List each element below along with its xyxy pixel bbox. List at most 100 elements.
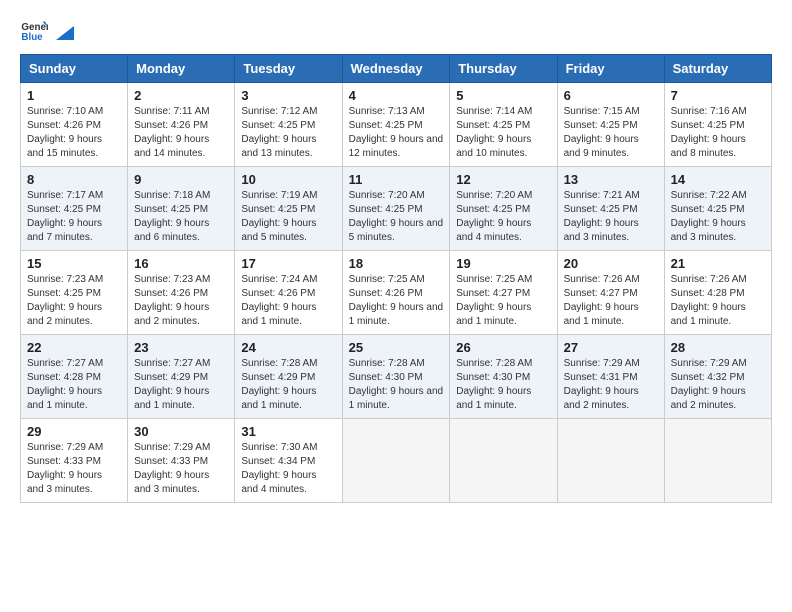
calendar-week-row: 8 Sunrise: 7:17 AMSunset: 4:25 PMDayligh… — [21, 167, 772, 251]
calendar-cell — [450, 419, 557, 503]
day-number: 30 — [134, 424, 228, 439]
day-number: 13 — [564, 172, 658, 187]
calendar-cell: 3 Sunrise: 7:12 AMSunset: 4:25 PMDayligh… — [235, 83, 342, 167]
day-info: Sunrise: 7:26 AMSunset: 4:28 PMDaylight:… — [671, 274, 747, 327]
logo-icon: General Blue — [20, 16, 48, 44]
day-number: 7 — [671, 88, 765, 103]
day-info: Sunrise: 7:15 AMSunset: 4:25 PMDaylight:… — [564, 106, 640, 159]
day-number: 9 — [134, 172, 228, 187]
day-number: 10 — [241, 172, 335, 187]
day-number: 20 — [564, 256, 658, 271]
header-sunday: Sunday — [21, 55, 128, 83]
day-number: 27 — [564, 340, 658, 355]
day-info: Sunrise: 7:23 AMSunset: 4:25 PMDaylight:… — [27, 274, 103, 327]
day-info: Sunrise: 7:28 AMSunset: 4:29 PMDaylight:… — [241, 358, 317, 411]
header-wednesday: Wednesday — [342, 55, 450, 83]
calendar-cell: 14 Sunrise: 7:22 AMSunset: 4:25 PMDaylig… — [664, 167, 771, 251]
day-info: Sunrise: 7:24 AMSunset: 4:26 PMDaylight:… — [241, 274, 317, 327]
calendar-cell: 10 Sunrise: 7:19 AMSunset: 4:25 PMDaylig… — [235, 167, 342, 251]
calendar-cell: 18 Sunrise: 7:25 AMSunset: 4:26 PMDaylig… — [342, 251, 450, 335]
calendar-cell: 26 Sunrise: 7:28 AMSunset: 4:30 PMDaylig… — [450, 335, 557, 419]
day-info: Sunrise: 7:17 AMSunset: 4:25 PMDaylight:… — [27, 190, 103, 243]
day-number: 23 — [134, 340, 228, 355]
calendar-week-row: 1 Sunrise: 7:10 AMSunset: 4:26 PMDayligh… — [21, 83, 772, 167]
day-number: 24 — [241, 340, 335, 355]
day-number: 5 — [456, 88, 550, 103]
day-number: 16 — [134, 256, 228, 271]
header-monday: Monday — [128, 55, 235, 83]
calendar-cell: 1 Sunrise: 7:10 AMSunset: 4:26 PMDayligh… — [21, 83, 128, 167]
day-number: 21 — [671, 256, 765, 271]
day-info: Sunrise: 7:29 AMSunset: 4:32 PMDaylight:… — [671, 358, 747, 411]
calendar-week-row: 29 Sunrise: 7:29 AMSunset: 4:33 PMDaylig… — [21, 419, 772, 503]
header-friday: Friday — [557, 55, 664, 83]
logo: General Blue — [20, 16, 74, 44]
calendar-cell: 17 Sunrise: 7:24 AMSunset: 4:26 PMDaylig… — [235, 251, 342, 335]
calendar-cell: 28 Sunrise: 7:29 AMSunset: 4:32 PMDaylig… — [664, 335, 771, 419]
calendar-cell: 19 Sunrise: 7:25 AMSunset: 4:27 PMDaylig… — [450, 251, 557, 335]
day-number: 6 — [564, 88, 658, 103]
day-number: 31 — [241, 424, 335, 439]
day-info: Sunrise: 7:12 AMSunset: 4:25 PMDaylight:… — [241, 106, 317, 159]
day-info: Sunrise: 7:21 AMSunset: 4:25 PMDaylight:… — [564, 190, 640, 243]
calendar-cell: 20 Sunrise: 7:26 AMSunset: 4:27 PMDaylig… — [557, 251, 664, 335]
calendar-cell: 30 Sunrise: 7:29 AMSunset: 4:33 PMDaylig… — [128, 419, 235, 503]
day-info: Sunrise: 7:14 AMSunset: 4:25 PMDaylight:… — [456, 106, 532, 159]
day-info: Sunrise: 7:22 AMSunset: 4:25 PMDaylight:… — [671, 190, 747, 243]
day-info: Sunrise: 7:26 AMSunset: 4:27 PMDaylight:… — [564, 274, 640, 327]
calendar-cell: 8 Sunrise: 7:17 AMSunset: 4:25 PMDayligh… — [21, 167, 128, 251]
calendar-cell: 6 Sunrise: 7:15 AMSunset: 4:25 PMDayligh… — [557, 83, 664, 167]
svg-text:Blue: Blue — [21, 32, 43, 43]
header-saturday: Saturday — [664, 55, 771, 83]
day-info: Sunrise: 7:13 AMSunset: 4:25 PMDaylight:… — [349, 106, 444, 159]
calendar-cell — [664, 419, 771, 503]
day-info: Sunrise: 7:20 AMSunset: 4:25 PMDaylight:… — [456, 190, 532, 243]
day-info: Sunrise: 7:11 AMSunset: 4:26 PMDaylight:… — [134, 106, 209, 159]
calendar-cell: 23 Sunrise: 7:27 AMSunset: 4:29 PMDaylig… — [128, 335, 235, 419]
day-info: Sunrise: 7:18 AMSunset: 4:25 PMDaylight:… — [134, 190, 210, 243]
calendar-cell: 12 Sunrise: 7:20 AMSunset: 4:25 PMDaylig… — [450, 167, 557, 251]
calendar-cell: 11 Sunrise: 7:20 AMSunset: 4:25 PMDaylig… — [342, 167, 450, 251]
calendar-cell: 29 Sunrise: 7:29 AMSunset: 4:33 PMDaylig… — [21, 419, 128, 503]
day-number: 26 — [456, 340, 550, 355]
day-number: 2 — [134, 88, 228, 103]
day-number: 1 — [27, 88, 121, 103]
day-number: 19 — [456, 256, 550, 271]
day-number: 15 — [27, 256, 121, 271]
day-number: 4 — [349, 88, 444, 103]
calendar-cell: 27 Sunrise: 7:29 AMSunset: 4:31 PMDaylig… — [557, 335, 664, 419]
day-number: 29 — [27, 424, 121, 439]
calendar-cell — [342, 419, 450, 503]
header-thursday: Thursday — [450, 55, 557, 83]
day-number: 8 — [27, 172, 121, 187]
header-tuesday: Tuesday — [235, 55, 342, 83]
calendar-cell: 9 Sunrise: 7:18 AMSunset: 4:25 PMDayligh… — [128, 167, 235, 251]
day-info: Sunrise: 7:27 AMSunset: 4:29 PMDaylight:… — [134, 358, 210, 411]
day-info: Sunrise: 7:29 AMSunset: 4:33 PMDaylight:… — [134, 442, 210, 495]
day-info: Sunrise: 7:29 AMSunset: 4:33 PMDaylight:… — [27, 442, 103, 495]
calendar-cell: 25 Sunrise: 7:28 AMSunset: 4:30 PMDaylig… — [342, 335, 450, 419]
calendar-cell: 13 Sunrise: 7:21 AMSunset: 4:25 PMDaylig… — [557, 167, 664, 251]
day-number: 14 — [671, 172, 765, 187]
day-number: 11 — [349, 172, 444, 187]
calendar-cell: 24 Sunrise: 7:28 AMSunset: 4:29 PMDaylig… — [235, 335, 342, 419]
calendar-cell: 4 Sunrise: 7:13 AMSunset: 4:25 PMDayligh… — [342, 83, 450, 167]
day-info: Sunrise: 7:25 AMSunset: 4:27 PMDaylight:… — [456, 274, 532, 327]
day-number: 22 — [27, 340, 121, 355]
day-info: Sunrise: 7:28 AMSunset: 4:30 PMDaylight:… — [349, 358, 444, 411]
calendar-cell: 15 Sunrise: 7:23 AMSunset: 4:25 PMDaylig… — [21, 251, 128, 335]
day-number: 17 — [241, 256, 335, 271]
day-info: Sunrise: 7:16 AMSunset: 4:25 PMDaylight:… — [671, 106, 747, 159]
day-number: 18 — [349, 256, 444, 271]
day-number: 12 — [456, 172, 550, 187]
day-info: Sunrise: 7:25 AMSunset: 4:26 PMDaylight:… — [349, 274, 444, 327]
calendar-cell: 7 Sunrise: 7:16 AMSunset: 4:25 PMDayligh… — [664, 83, 771, 167]
calendar-cell — [557, 419, 664, 503]
calendar-week-row: 22 Sunrise: 7:27 AMSunset: 4:28 PMDaylig… — [21, 335, 772, 419]
day-info: Sunrise: 7:20 AMSunset: 4:25 PMDaylight:… — [349, 190, 444, 243]
day-info: Sunrise: 7:23 AMSunset: 4:26 PMDaylight:… — [134, 274, 210, 327]
day-info: Sunrise: 7:19 AMSunset: 4:25 PMDaylight:… — [241, 190, 317, 243]
day-number: 25 — [349, 340, 444, 355]
calendar-table: SundayMondayTuesdayWednesdayThursdayFrid… — [20, 54, 772, 503]
calendar-cell: 16 Sunrise: 7:23 AMSunset: 4:26 PMDaylig… — [128, 251, 235, 335]
